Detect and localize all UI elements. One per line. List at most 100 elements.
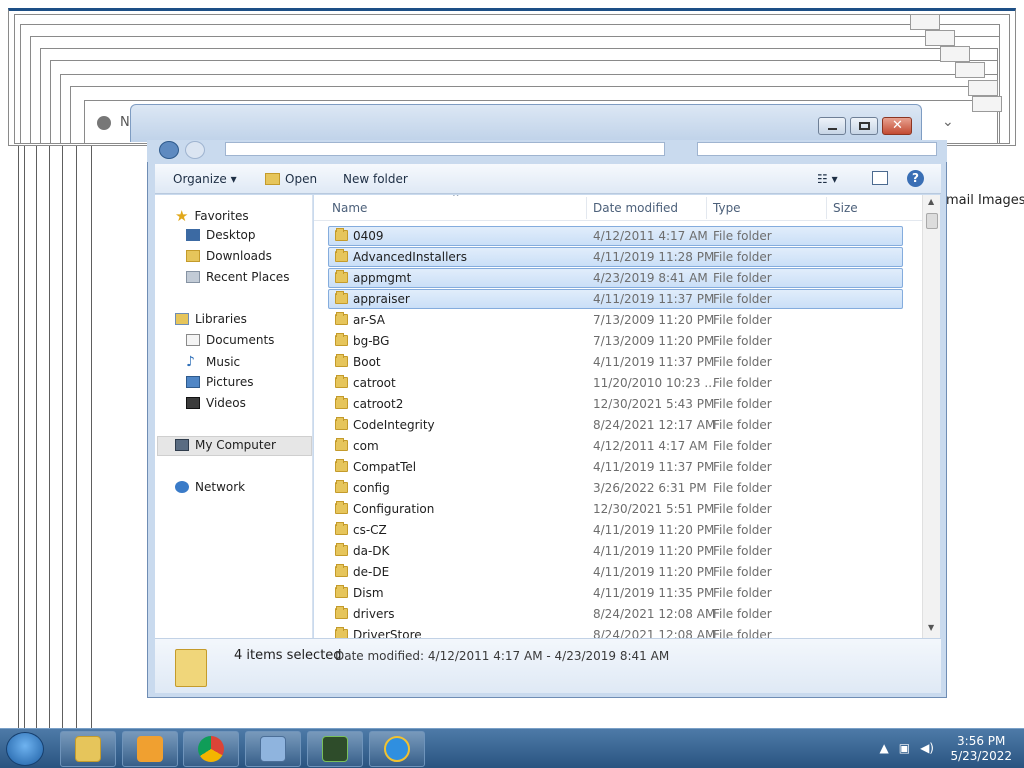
nav-recent-places[interactable]: Recent Places	[186, 270, 289, 284]
file-date-modified: 11/20/2010 10:23 ...	[593, 376, 716, 390]
nav-music[interactable]: ♪ Music	[186, 354, 240, 370]
table-row[interactable]: catroot2 12/30/2021 5:43 PM File folder	[314, 393, 922, 414]
images-link[interactable]: Images	[978, 193, 1024, 208]
chrome-tab-title[interactable]: N	[120, 115, 130, 130]
organize-label: Organize	[173, 172, 227, 186]
explorer-titlebar[interactable]: ✕	[130, 104, 922, 142]
column-size[interactable]: Size	[833, 201, 858, 215]
close-button[interactable]: ✕	[882, 117, 912, 135]
table-row[interactable]: da-DK 4/11/2019 11:20 PM File folder	[314, 540, 922, 561]
folder-icon	[335, 564, 348, 577]
file-rows: 0409 4/12/2011 4:17 AM File folder Advanced…	[314, 225, 922, 638]
network-tray-icon[interactable]: ▣	[899, 741, 910, 755]
file-name: 0409	[353, 229, 384, 243]
file-type: File folder	[713, 481, 772, 495]
open-button[interactable]: Open	[285, 172, 317, 186]
taskbar-chrome[interactable]	[183, 731, 239, 767]
nav-network[interactable]: Network	[175, 480, 245, 494]
table-row[interactable]: bg-BG 7/13/2009 11:20 PM File folder	[314, 330, 922, 351]
search-input[interactable]	[697, 142, 937, 156]
file-date-modified: 8/24/2021 12:17 AM	[593, 418, 716, 432]
file-name: catroot2	[353, 397, 404, 411]
table-row[interactable]: Dism 4/11/2019 11:35 PM File folder	[314, 582, 922, 603]
taskbar-explorer[interactable]	[60, 731, 116, 767]
address-bar[interactable]	[225, 142, 665, 156]
table-row[interactable]: Boot 4/11/2019 11:37 PM File folder	[314, 351, 922, 372]
nav-videos[interactable]: Videos	[186, 396, 246, 410]
file-type: File folder	[713, 544, 772, 558]
computer-icon	[175, 439, 189, 451]
file-type: File folder	[713, 397, 772, 411]
column-separator[interactable]	[586, 197, 587, 219]
scroll-down-icon[interactable]: ▼	[928, 623, 934, 632]
taskbar-search-tool[interactable]	[245, 731, 301, 767]
scrollbar-thumb[interactable]	[926, 213, 938, 229]
back-button[interactable]	[159, 141, 179, 159]
folder-icon	[335, 375, 348, 388]
ghost-window-buttons	[972, 96, 1002, 112]
view-options-icon[interactable]: ☷ ▾	[817, 172, 838, 186]
clock[interactable]: 3:56 PM 5/23/2022	[950, 734, 1012, 764]
table-row[interactable]: CompatTel 4/11/2019 11:37 PM File folder	[314, 456, 922, 477]
column-name[interactable]: Name	[332, 201, 367, 215]
file-type: File folder	[713, 523, 772, 537]
nav-my-computer[interactable]: My Computer	[175, 438, 276, 452]
table-row[interactable]: config 3/26/2022 6:31 PM File folder	[314, 477, 922, 498]
minimize-button[interactable]	[818, 117, 846, 135]
volume-icon[interactable]: ◀)	[920, 741, 934, 755]
table-row[interactable]: drivers 8/24/2021 12:08 AM File folder	[314, 603, 922, 624]
taskbar-internet-explorer[interactable]	[369, 731, 425, 767]
table-row[interactable]: Configuration 12/30/2021 5:51 PM File fold…	[314, 498, 922, 519]
nav-libraries[interactable]: Libraries	[175, 312, 247, 326]
column-separator[interactable]	[706, 197, 707, 219]
table-row[interactable]: 0409 4/12/2011 4:17 AM File folder	[314, 225, 922, 246]
table-row[interactable]: catroot 11/20/2010 10:23 ... File folder	[314, 372, 922, 393]
scroll-up-icon[interactable]: ▲	[928, 197, 934, 206]
maximize-button[interactable]	[850, 117, 878, 135]
folder-icon	[335, 417, 348, 430]
documents-icon	[186, 334, 200, 346]
table-row[interactable]: appmgmt 4/23/2019 8:41 AM File folder	[314, 267, 922, 288]
chevron-down-icon[interactable]: ⌄	[942, 114, 954, 130]
table-row[interactable]: ar-SA 7/13/2009 11:20 PM File folder	[314, 309, 922, 330]
organize-button[interactable]: Organize ▾	[173, 172, 237, 186]
start-button[interactable]	[6, 732, 44, 766]
file-type: File folder	[713, 229, 772, 243]
taskbar-media-player[interactable]	[122, 731, 178, 767]
table-row[interactable]: DriverStore 8/24/2021 12:08 AM File folder	[314, 624, 922, 638]
file-type: File folder	[713, 376, 772, 390]
tray-expand-icon[interactable]: ▲	[880, 741, 889, 755]
table-row[interactable]: appraiser 4/11/2019 11:37 PM File folder	[314, 288, 922, 309]
column-type[interactable]: Type	[713, 201, 741, 215]
nav-label: Desktop	[206, 228, 256, 242]
nav-desktop[interactable]: Desktop	[186, 228, 256, 242]
table-row[interactable]: cs-CZ 4/11/2019 11:20 PM File folder	[314, 519, 922, 540]
forward-button[interactable]	[185, 141, 205, 159]
table-row[interactable]: com 4/12/2011 4:17 AM File folder	[314, 435, 922, 456]
column-headers: Name ^ Date modified Type Size	[314, 195, 922, 221]
file-name: appraiser	[353, 292, 410, 306]
ghost-window-buttons	[940, 46, 970, 62]
nav-favorites[interactable]: ★ Favorites	[175, 207, 249, 225]
file-date-modified: 4/23/2019 8:41 AM	[593, 271, 708, 285]
gmail-link-partial[interactable]: mail	[946, 193, 974, 208]
preview-pane-icon[interactable]	[872, 171, 888, 185]
nav-label: Downloads	[206, 249, 272, 263]
nav-documents[interactable]: Documents	[186, 333, 274, 347]
column-date-modified[interactable]: Date modified	[593, 201, 678, 215]
nav-pictures[interactable]: Pictures	[186, 375, 254, 389]
new-folder-button[interactable]: New folder	[343, 172, 408, 186]
libraries-icon	[175, 313, 189, 325]
nav-downloads[interactable]: Downloads	[186, 249, 272, 263]
nav-label: Music	[206, 355, 241, 369]
table-row[interactable]: AdvancedInstallers 4/11/2019 11:28 PM File…	[314, 246, 922, 267]
help-icon[interactable]: ?	[907, 170, 924, 187]
column-separator[interactable]	[826, 197, 827, 219]
file-type: File folder	[713, 502, 772, 516]
vertical-scrollbar[interactable]: ▲ ▼	[922, 195, 940, 638]
table-row[interactable]: CodeIntegrity 8/24/2021 12:17 AM File fold…	[314, 414, 922, 435]
media-player-icon	[137, 736, 163, 762]
file-name: ar-SA	[353, 313, 385, 327]
table-row[interactable]: de-DE 4/11/2019 11:20 PM File folder	[314, 561, 922, 582]
taskbar-task-manager[interactable]	[307, 731, 363, 767]
